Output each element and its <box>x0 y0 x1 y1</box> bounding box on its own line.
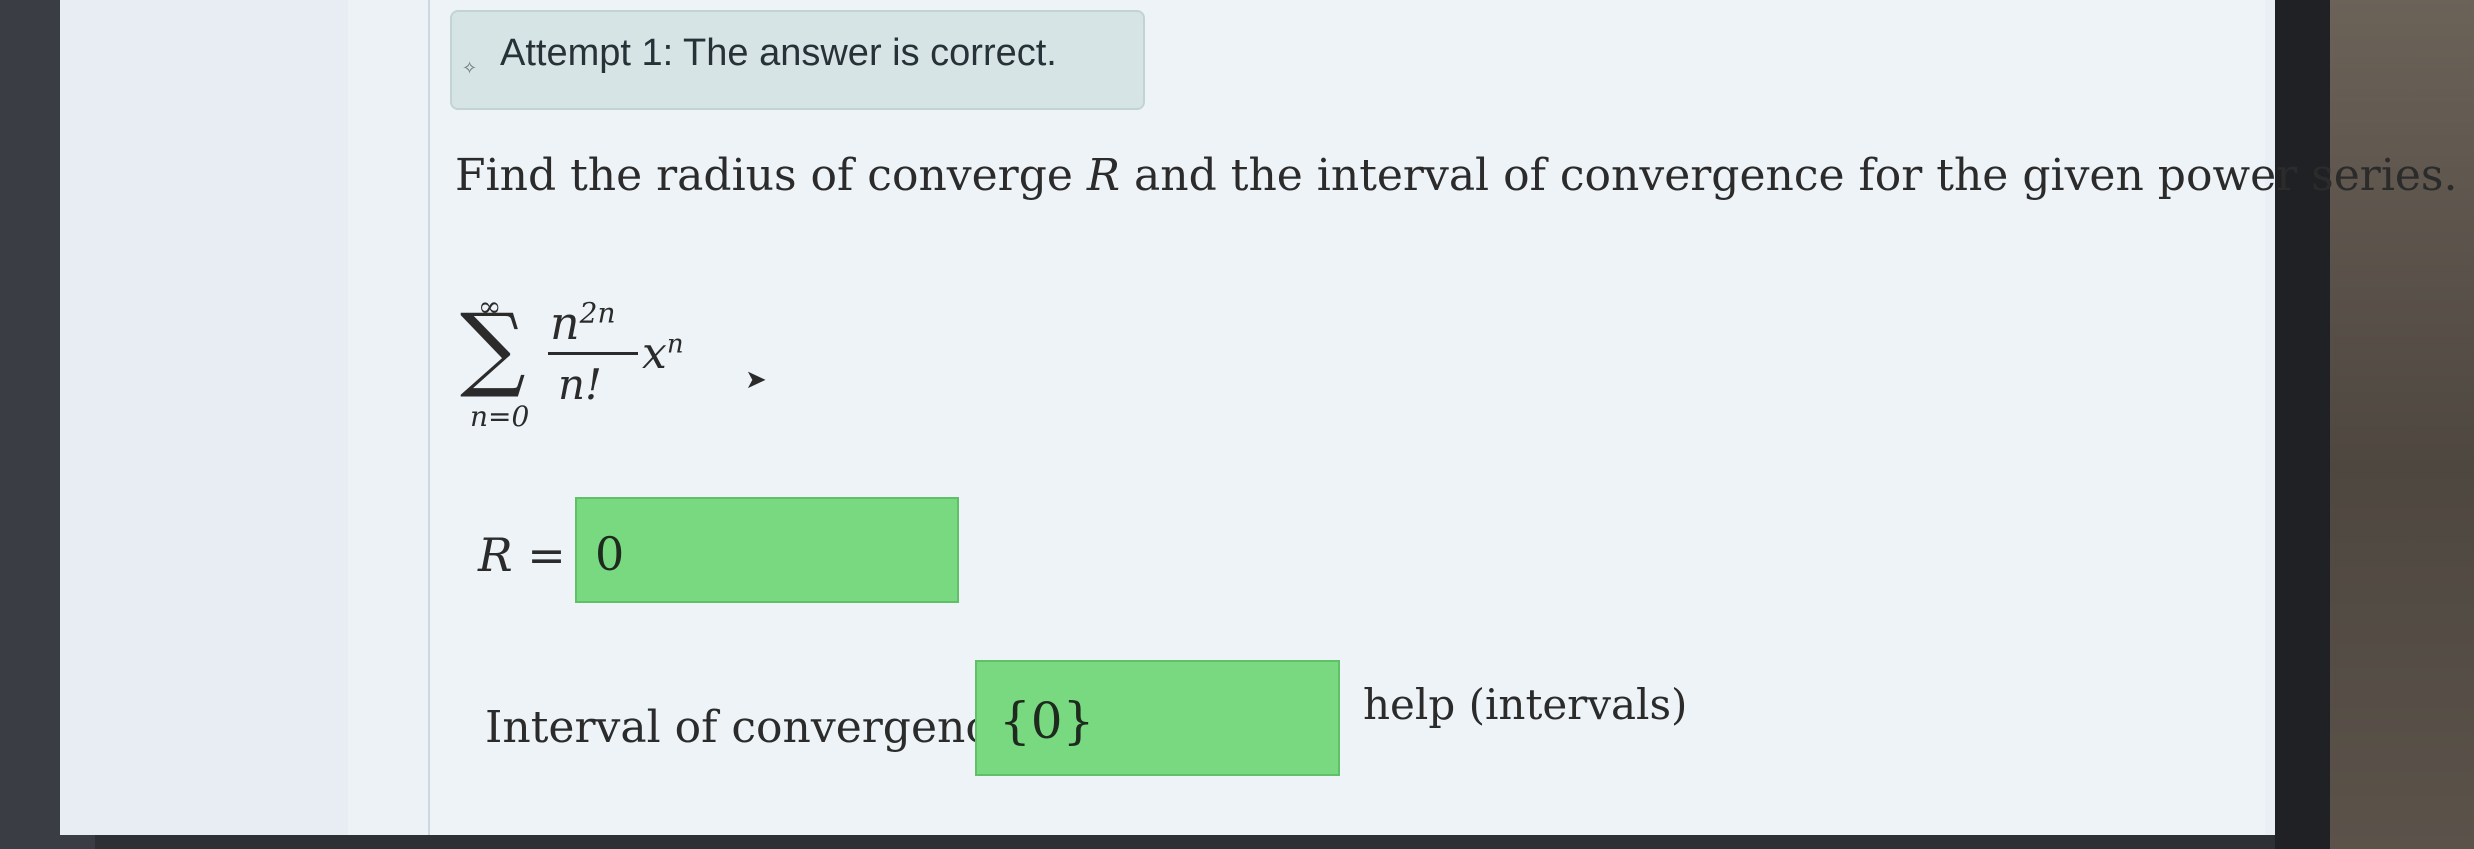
info-icon: ✧ <box>462 58 478 79</box>
numerator-base: n <box>550 296 580 350</box>
prompt-text-end: and the interval of convergence for the … <box>1120 150 2458 201</box>
interval-answer-input[interactable]: {0} <box>975 660 1340 776</box>
screen-bezel-right <box>2275 0 2335 849</box>
mouse-pointer-icon: ➤ <box>745 365 767 395</box>
numerator-exponent: 2n <box>579 296 616 330</box>
radius-label: R = <box>478 528 566 582</box>
radius-variable: R <box>478 528 513 582</box>
radius-equals: = <box>527 528 566 582</box>
fraction-bar <box>548 352 638 355</box>
left-panel <box>60 0 350 835</box>
power-series-formula: ∞ ∑ n=0 n2n n! xn <box>460 290 720 440</box>
fraction-numerator: n2n <box>550 296 616 350</box>
prompt-text-start: Find the radius of converge <box>455 150 1087 201</box>
x-base: x <box>642 328 667 379</box>
intervals-help-link[interactable]: help (intervals) <box>1363 680 1687 729</box>
summation-sign: ∑ <box>460 294 526 401</box>
screen-bezel-bottom <box>95 835 2275 849</box>
x-exponent: n <box>666 329 684 360</box>
background-surface <box>2330 0 2474 849</box>
sum-lower-limit: n=0 <box>470 400 530 433</box>
interval-label: Interval of convergence: <box>485 702 1031 753</box>
attempt-feedback-alert: ✧ Attempt 1: The answer is correct. <box>450 10 1145 110</box>
fraction-denominator: n! <box>558 360 602 409</box>
x-power-term: xn <box>642 328 684 379</box>
content-gutter <box>348 0 430 835</box>
question-prompt: Find the radius of converge R and the in… <box>455 150 2458 201</box>
prompt-variable: R <box>1086 150 1121 201</box>
radius-answer-input[interactable]: 0 <box>575 497 959 603</box>
attempt-feedback-text: Attempt 1: The answer is correct. <box>500 32 1057 74</box>
